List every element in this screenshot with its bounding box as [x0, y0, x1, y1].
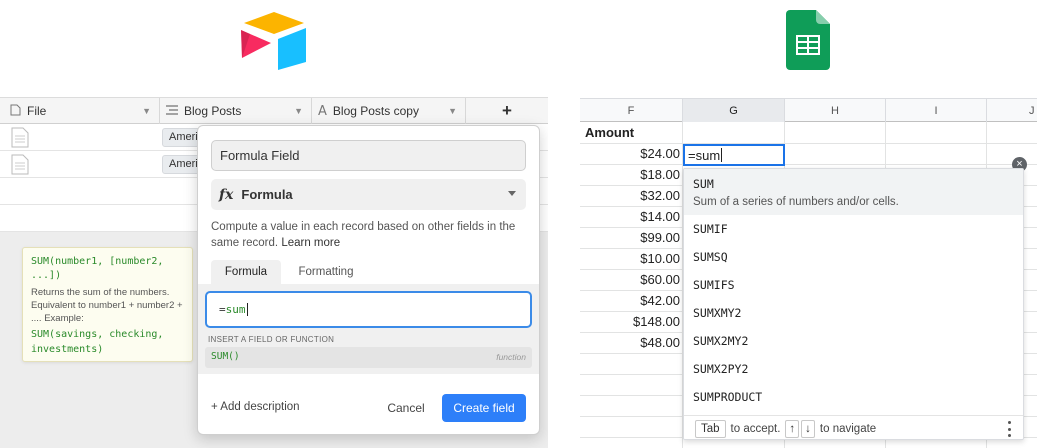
cell-value[interactable]: $148.00	[580, 311, 680, 332]
sheets-column-header: F G H I J	[580, 98, 1037, 122]
column-header-label: Blog Posts	[184, 104, 242, 118]
autocomplete-item[interactable]: SUMXMY2	[684, 299, 1023, 327]
autocomplete-item-highlighted[interactable]: SUM Sum of a series of numbers and/or ce…	[684, 169, 1023, 215]
file-placeholder-icon[interactable]	[11, 127, 29, 148]
formula-prefix: =	[219, 303, 226, 316]
column-header-label: File	[27, 104, 47, 118]
text-a-icon: A	[318, 103, 327, 119]
column-header-blog-posts[interactable]: Blog Posts ▼	[160, 98, 312, 124]
learn-more-link[interactable]: Learn more	[281, 237, 340, 249]
autocomplete-function-description: Sum of a series of numbers and/or cells.	[693, 196, 899, 208]
field-type-select[interactable]: fx Formula	[211, 179, 526, 210]
text-cursor	[721, 148, 723, 162]
formula-input[interactable]: = sum	[205, 291, 532, 328]
create-field-button[interactable]: Create field	[442, 394, 526, 422]
autocomplete-item[interactable]: SUMIFS	[684, 271, 1023, 299]
column-header-blog-posts-copy[interactable]: A Blog Posts copy ▼	[312, 98, 466, 124]
navigate-hint: to navigate	[819, 422, 877, 435]
column-header-h[interactable]: H	[785, 99, 886, 122]
add-column-button[interactable]: +	[466, 98, 548, 124]
cell-value[interactable]: $99.00	[580, 227, 680, 248]
cell-value[interactable]: $60.00	[580, 269, 680, 290]
tab-formula[interactable]: Formula	[211, 260, 281, 284]
active-cell-editor[interactable]: =sum	[683, 144, 785, 166]
lines-icon	[166, 104, 178, 118]
field-config-dialog: Formula Field fx Formula Compute a value…	[197, 125, 540, 435]
autocomplete-footer: Tab to accept. ↑ ↓ to navigate	[684, 415, 1023, 439]
function-suggestion[interactable]: SUM() function	[205, 347, 532, 368]
column-header-i[interactable]: I	[886, 99, 987, 122]
column-header-f[interactable]: F	[580, 99, 683, 122]
suggestion-kind: function	[496, 352, 526, 362]
active-cell-text: =sum	[688, 147, 721, 163]
autocomplete-function-name: SUM	[693, 177, 714, 191]
file-placeholder-icon[interactable]	[11, 154, 29, 175]
column-header-j[interactable]: J	[987, 99, 1037, 122]
autocomplete-item[interactable]: SUMIF	[684, 215, 1023, 243]
formula-editor-area: = sum INSERT A FIELD OR FUNCTION SUM() fu…	[198, 284, 539, 374]
column-header-label: Blog Posts copy	[332, 104, 419, 118]
cell-value[interactable]: $32.00	[580, 185, 680, 206]
cell-value[interactable]: $48.00	[580, 332, 680, 353]
function-example: SUM(savings, checking, investments)	[31, 329, 164, 355]
arrow-down-icon: ↓	[801, 419, 815, 438]
field-type-description: Compute a value in each record based on …	[211, 219, 529, 251]
autocomplete-item[interactable]: SUMX2MY2	[684, 327, 1023, 355]
text-cursor	[246, 303, 248, 316]
add-description-button[interactable]: + Add description	[211, 401, 300, 413]
formula-fx-icon: fx	[219, 186, 234, 203]
column-header-g[interactable]: G	[683, 99, 785, 122]
cell-value[interactable]: $10.00	[580, 248, 680, 269]
arrow-up-icon: ↑	[785, 419, 800, 438]
description-text: Compute a value in each record based on …	[211, 221, 516, 249]
autocomplete-item[interactable]: SUMX2PY2	[684, 355, 1023, 383]
cancel-button[interactable]: Cancel	[381, 396, 431, 420]
document-icon	[10, 104, 21, 119]
airtable-panel: File ▼ Blog Posts ▼ A Blog Posts copy ▼ …	[0, 97, 548, 448]
accept-hint: to accept.	[730, 422, 781, 435]
cell-value[interactable]: $18.00	[580, 164, 680, 185]
field-type-label: Formula	[241, 187, 293, 202]
formula-function-text: sum	[225, 303, 246, 316]
autocomplete-item[interactable]: SUMPRODUCT	[684, 383, 1023, 411]
cell-value[interactable]: $14.00	[580, 206, 680, 227]
function-signature: SUM(number1, [number2, ...])	[31, 256, 164, 281]
more-options-icon[interactable]	[1007, 421, 1011, 437]
field-name-input[interactable]: Formula Field	[211, 140, 526, 171]
cell-value[interactable]: $42.00	[580, 290, 680, 311]
tab-formatting[interactable]: Formatting	[286, 260, 366, 284]
suggestion-name: SUM()	[211, 351, 240, 362]
airtable-logo	[241, 12, 306, 70]
autocomplete-item[interactable]: SUMSQ	[684, 243, 1023, 271]
chevron-down-icon[interactable]: ▼	[448, 106, 457, 116]
function-description: Returns the sum of the numbers. Equivale…	[31, 287, 183, 324]
autocomplete-popup: SUM Sum of a series of numbers and/or ce…	[683, 168, 1024, 440]
insert-field-label: INSERT A FIELD OR FUNCTION	[208, 335, 335, 344]
formula-tabs: Formula Formatting	[211, 260, 541, 284]
chevron-down-icon	[508, 191, 516, 196]
chevron-down-icon[interactable]: ▼	[142, 106, 151, 116]
google-sheets-logo	[786, 10, 830, 70]
airtable-column-header: File ▼ Blog Posts ▼ A Blog Posts copy ▼ …	[0, 97, 548, 124]
cell-value[interactable]: $24.00	[580, 143, 680, 164]
cell-amount-header[interactable]: Amount	[585, 122, 682, 143]
column-header-file[interactable]: File ▼	[0, 98, 160, 124]
chevron-down-icon[interactable]: ▼	[294, 106, 303, 116]
function-help-tooltip: SUM(number1, [number2, ...]) Returns the…	[22, 247, 193, 362]
tab-key: Tab	[695, 419, 726, 438]
